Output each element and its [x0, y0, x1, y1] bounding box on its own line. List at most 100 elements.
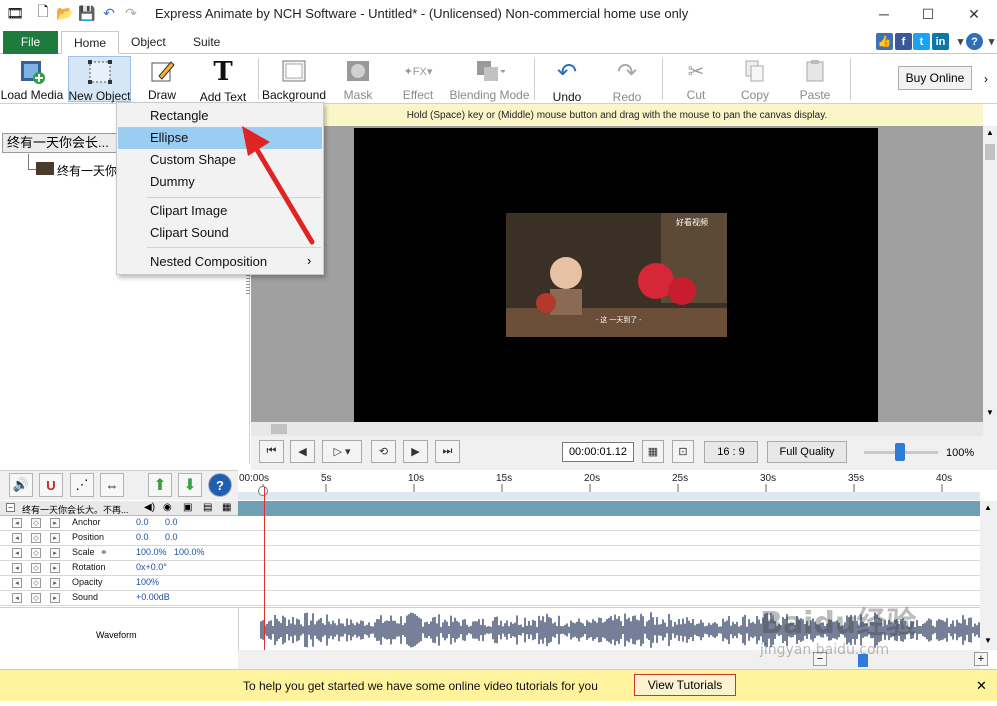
- property-value[interactable]: 0x+0.0°: [136, 562, 167, 572]
- copy-button[interactable]: Copy: [733, 56, 777, 102]
- ribbon-more-icon[interactable]: ›: [984, 72, 988, 86]
- play-button[interactable]: ▷ ▾: [322, 440, 362, 463]
- tab-object[interactable]: Object: [119, 31, 178, 54]
- tree-root-item[interactable]: 终有一天你会长...: [2, 133, 120, 153]
- property-value[interactable]: 0.0: [165, 517, 178, 527]
- tab-file[interactable]: File: [3, 31, 58, 54]
- keyframe-diamond-icon[interactable]: ◇: [31, 578, 41, 588]
- next-keyframe-icon[interactable]: ▸: [50, 593, 60, 603]
- loop-button[interactable]: ⟲: [371, 440, 396, 463]
- like-icon[interactable]: 👍: [876, 33, 893, 50]
- add-text-button[interactable]: T Add Text: [195, 56, 251, 104]
- property-value[interactable]: 100.0%: [174, 547, 205, 557]
- linkedin-icon[interactable]: in: [932, 33, 949, 50]
- property-value[interactable]: 100.0%: [136, 547, 167, 557]
- video-frame[interactable]: 好看视频 - 这 一天到了 -: [506, 213, 727, 337]
- new-file-icon[interactable]: 🗋: [34, 3, 52, 22]
- playhead-line[interactable]: [264, 487, 265, 650]
- aspect-ratio-button[interactable]: 16 : 9: [704, 441, 758, 463]
- next-frame-button[interactable]: ▶: [403, 440, 428, 463]
- mask-button[interactable]: Mask: [335, 56, 381, 102]
- tab-suite[interactable]: Suite: [181, 31, 232, 54]
- next-keyframe-icon[interactable]: ▸: [50, 548, 60, 558]
- timeline-help-icon[interactable]: ?: [208, 473, 232, 497]
- timeline-vertical-scrollbar[interactable]: ▲ ▼: [980, 501, 997, 650]
- new-object-button[interactable]: New Object: [68, 56, 131, 103]
- fit-timeline-icon[interactable]: ⇔: [100, 473, 124, 497]
- scroll-up-icon[interactable]: ▲: [984, 503, 992, 512]
- property-value[interactable]: +0.00dB: [136, 592, 170, 602]
- timeline-ruler[interactable]: [238, 470, 980, 500]
- chain-link-icon[interactable]: ⚭: [100, 547, 108, 558]
- effect-button[interactable]: ✦FX▾ Effect: [392, 56, 444, 103]
- scroll-thumb[interactable]: [985, 144, 995, 160]
- scroll-down-icon[interactable]: ▼: [984, 636, 992, 645]
- prev-keyframe-icon[interactable]: ◂: [12, 593, 22, 603]
- keyframe-tool-icon[interactable]: ⋰: [70, 473, 94, 497]
- tab-home[interactable]: Home: [61, 31, 120, 54]
- notice-close-icon[interactable]: ✕: [976, 678, 987, 694]
- facebook-icon[interactable]: f: [895, 33, 912, 50]
- prev-keyframe-icon[interactable]: ◂: [12, 533, 22, 543]
- quality-button[interactable]: Full Quality: [767, 441, 847, 463]
- twitter-icon[interactable]: t: [913, 33, 930, 50]
- next-keyframe-icon[interactable]: ▸: [50, 578, 60, 588]
- link-icon[interactable]: ▤: [203, 502, 212, 513]
- help-arrow-icon[interactable]: ▾: [983, 33, 997, 50]
- keyframe-diamond-icon[interactable]: ◇: [31, 533, 41, 543]
- view-tutorials-button[interactable]: View Tutorials: [634, 674, 736, 696]
- close-button[interactable]: ✕: [952, 2, 996, 26]
- layer-settings-icon[interactable]: ▦: [222, 502, 231, 513]
- prev-keyframe-icon[interactable]: ◂: [12, 563, 22, 573]
- background-button[interactable]: Background: [262, 56, 326, 102]
- go-to-end-button[interactable]: ⏭: [435, 440, 460, 463]
- safe-area-icon[interactable]: ⊡: [672, 440, 694, 463]
- audio-toggle-icon[interactable]: ◀): [144, 502, 155, 513]
- load-media-button[interactable]: Load Media: [1, 56, 63, 102]
- audio-settings-icon[interactable]: 🔊: [9, 473, 33, 497]
- save-icon[interactable]: 💾: [78, 4, 96, 22]
- draw-button[interactable]: Draw: [140, 56, 184, 102]
- grid-icon[interactable]: ▦: [642, 440, 664, 463]
- zoom-slider-thumb[interactable]: [895, 443, 905, 461]
- keyframe-diamond-icon[interactable]: ◇: [31, 593, 41, 603]
- keyframe-diamond-icon[interactable]: ◇: [31, 518, 41, 528]
- redo-quick-icon[interactable]: ↷: [122, 4, 140, 22]
- next-keyframe-icon[interactable]: ▸: [50, 533, 60, 543]
- lock-icon[interactable]: ▣: [183, 502, 192, 513]
- buy-online-button[interactable]: Buy Online: [898, 66, 972, 90]
- canvas-horizontal-scrollbar[interactable]: [251, 422, 983, 436]
- magnet-snap-icon[interactable]: U: [39, 473, 63, 497]
- undo-quick-icon[interactable]: ↶: [100, 4, 118, 22]
- property-value[interactable]: 0.0: [136, 532, 149, 542]
- undo-button[interactable]: ↶ Undo: [545, 56, 589, 105]
- open-folder-icon[interactable]: 📂: [56, 4, 74, 22]
- help-icon[interactable]: ?: [966, 33, 983, 50]
- scroll-up-icon[interactable]: ▲: [986, 128, 994, 137]
- cut-button[interactable]: ✂ Cut: [674, 56, 718, 103]
- playhead-handle[interactable]: [258, 486, 268, 496]
- visibility-eye-icon[interactable]: ◉: [163, 502, 172, 513]
- go-to-start-button[interactable]: ⏮: [259, 440, 284, 463]
- prev-keyframe-icon[interactable]: ◂: [12, 518, 22, 528]
- minimize-button[interactable]: ─: [862, 2, 906, 26]
- layer-track-bar[interactable]: [238, 501, 980, 516]
- blending-mode-button[interactable]: Blending Mode: [449, 56, 530, 102]
- property-value[interactable]: 0.0: [165, 532, 178, 542]
- scroll-thumb[interactable]: [271, 424, 287, 434]
- property-value[interactable]: 100%: [136, 577, 159, 587]
- redo-button[interactable]: ↷ Redo: [605, 56, 649, 105]
- move-layer-up-icon[interactable]: ⬆: [148, 473, 172, 497]
- next-keyframe-icon[interactable]: ▸: [50, 563, 60, 573]
- move-layer-down-icon[interactable]: ⬇: [178, 473, 202, 497]
- prev-keyframe-icon[interactable]: ◂: [12, 548, 22, 558]
- menu-item-nested-composition[interactable]: Nested Composition: [118, 251, 322, 273]
- timecode-display[interactable]: 00:00:01.12: [562, 442, 634, 462]
- canvas-vertical-scrollbar[interactable]: ▲ ▼: [983, 126, 997, 422]
- layer-header[interactable]: − 终有一天你会长大。不再... ◀) ◉ ▣ ▤ ▦: [0, 501, 238, 516]
- prev-keyframe-icon[interactable]: ◂: [12, 578, 22, 588]
- property-value[interactable]: 0.0: [136, 517, 149, 527]
- collapse-icon[interactable]: −: [6, 503, 15, 512]
- next-keyframe-icon[interactable]: ▸: [50, 518, 60, 528]
- scroll-down-icon[interactable]: ▼: [986, 408, 994, 417]
